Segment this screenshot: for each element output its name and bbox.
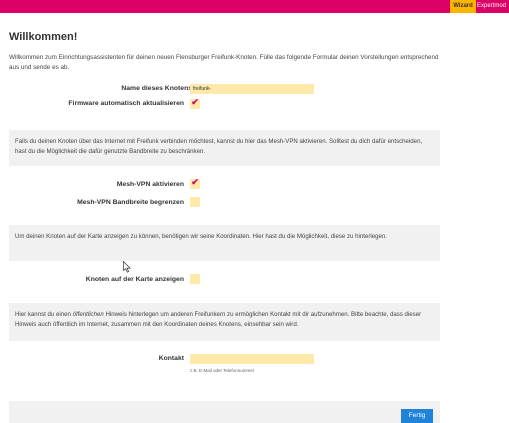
checkmark-icon: ✔ <box>191 97 199 107</box>
map-checkbox[interactable] <box>190 274 200 284</box>
mouse-pointer-icon <box>123 261 131 273</box>
map-info-box: Um deinen Knoten auf der Karte anzeigen … <box>9 225 440 261</box>
finish-button[interactable]: Fertig <box>401 409 433 423</box>
vpn-label: Mesh-VPN aktivieren <box>116 181 184 188</box>
page-title: Willkommen! <box>9 31 78 43</box>
contact-hint: z.B. E-Mail oder Telefonnummer <box>190 368 255 373</box>
vpn-info-box: Falls du deinen Knoten über das Internet… <box>9 130 440 166</box>
contact-info-text: Hier kannst du einen <box>15 311 73 318</box>
map-label: Knoten auf der Karte anzeigen <box>85 276 184 283</box>
form-footer <box>9 401 440 423</box>
autoupdate-checkbox[interactable]: ✔ <box>190 97 200 109</box>
contact-input[interactable] <box>190 354 314 364</box>
contact-label: Kontakt <box>158 355 184 362</box>
intro-text: Willkommen zum Einrichtungsassistenten f… <box>9 54 439 71</box>
contact-info-box: Hier kannst du einen öffentlichen Hinwei… <box>9 303 440 341</box>
tab-wizard[interactable]: Wizard <box>450 0 476 13</box>
contact-info-emphasis: öffentlichen <box>72 311 104 318</box>
node-name-input[interactable]: freifunk- <box>190 84 314 94</box>
bandwidth-checkbox[interactable] <box>190 197 200 207</box>
bandwidth-label: Mesh-VPN Bandbreite begrenzen <box>77 199 184 206</box>
tab-expert-mode[interactable]: Expertmod <box>474 0 509 13</box>
node-name-label: Name dieses Knotens <box>121 85 192 92</box>
autoupdate-label: Firmware automatisch aktualisieren <box>68 100 184 107</box>
checkmark-icon: ✔ <box>191 177 199 187</box>
vpn-checkbox[interactable]: ✔ <box>190 177 200 189</box>
top-bar <box>0 0 509 13</box>
